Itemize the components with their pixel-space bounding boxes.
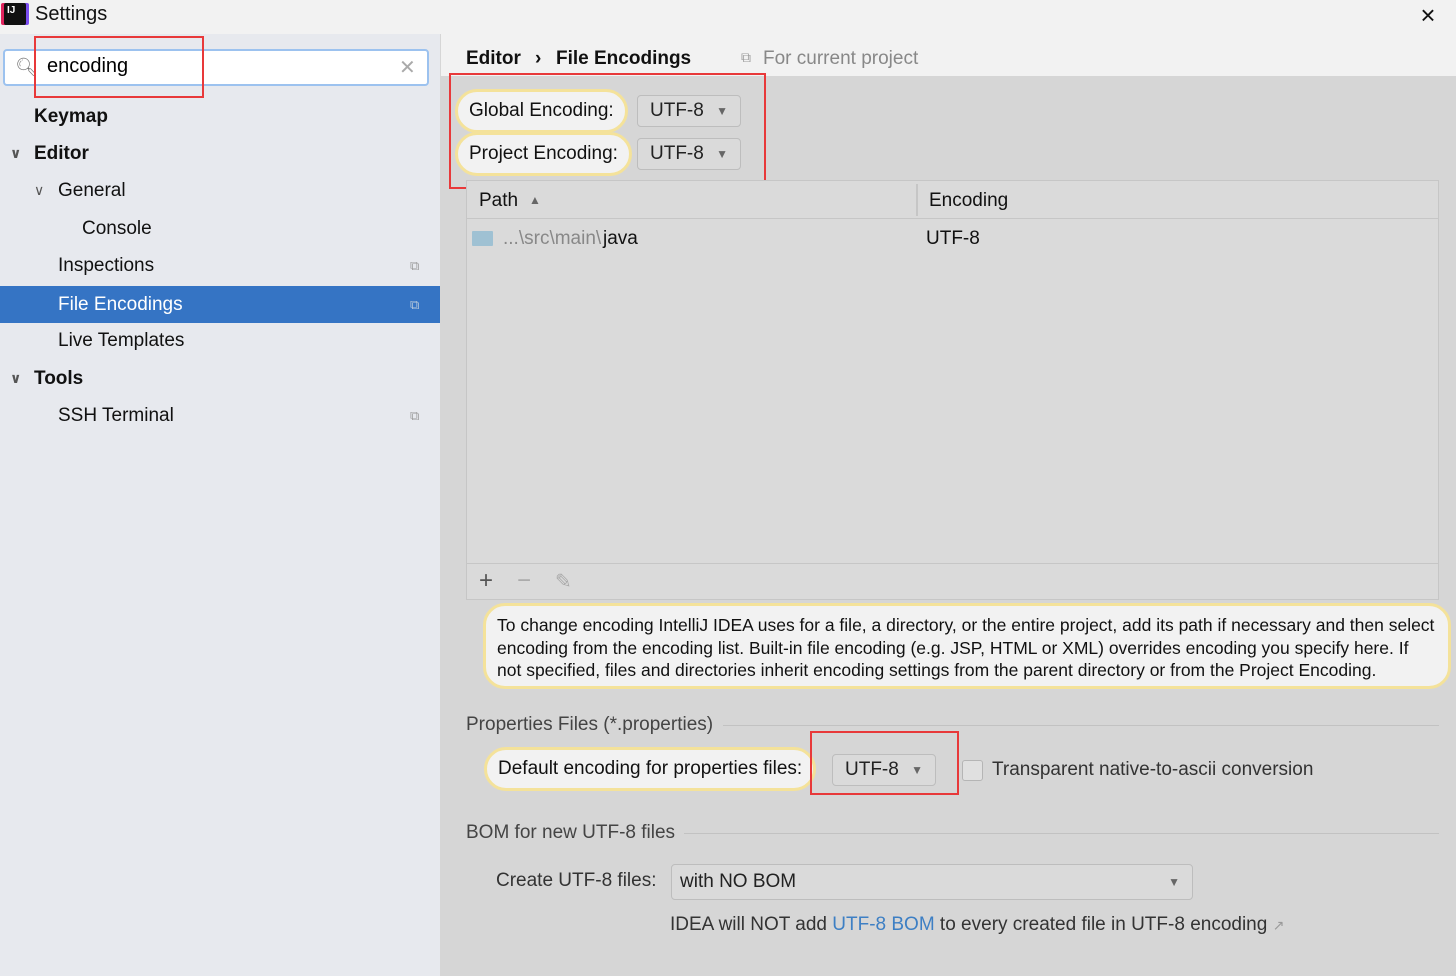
tree-item-ssh-terminal[interactable]: SSH Terminal ⧉ [0,397,440,434]
tree-item-label: Editor [34,143,89,164]
edit-icon[interactable]: ✎ [555,569,572,594]
note-text: IDEA will NOT add [670,914,833,935]
window-title: Settings [35,3,108,25]
tree-item-editor[interactable]: ∨ Editor [0,135,440,172]
breadcrumb: Editor › File Encodings ⧉ For current pr… [441,34,1456,76]
properties-section-title: Properties Files (*.properties) [466,714,714,735]
table-header: Path ▲ Encoding [467,181,1438,219]
highlight-box [449,73,766,189]
project-scope-icon: ⧉ [410,297,420,312]
tree-item-label: Tools [34,368,84,389]
row-encoding[interactable]: UTF-8 [926,228,980,250]
tree-item-console[interactable]: Console [0,210,440,247]
tree-item-label: Console [82,218,152,239]
section-divider [684,833,1439,834]
scope-label: For current project [763,48,919,69]
table-toolbar: + − ✎ [467,563,1438,600]
tree-item-label: Keymap [34,106,108,127]
checkbox-label[interactable]: Transparent native-to-ascii conversion [992,759,1313,781]
chevron-down-icon[interactable]: ∨ [34,172,44,209]
path-prefix: ...\src\main\ [503,228,602,249]
add-icon[interactable]: + [479,567,493,595]
native-to-ascii-checkbox[interactable] [962,760,983,781]
clear-icon[interactable]: ✕ [399,55,416,80]
tree-item-keymap[interactable]: Keymap [0,98,440,135]
tree-item-inspections[interactable]: Inspections ⧉ [0,247,440,284]
tree-item-tools[interactable]: ∨ Tools [0,360,440,397]
project-scope-icon: ⧉ [410,408,420,423]
section-divider [723,725,1439,726]
sort-ascending-icon: ▲ [529,193,541,207]
external-link-icon[interactable]: ↗ [1273,917,1285,933]
folder-icon [472,231,493,246]
utf8-bom-link[interactable]: UTF-8 BOM [832,914,934,935]
chevron-down-icon[interactable]: ∨ [10,135,21,172]
column-header-encoding[interactable]: Encoding [929,190,1008,212]
tree-item-label: SSH Terminal [58,405,174,426]
breadcrumb-editor[interactable]: Editor [466,48,521,70]
path-encoding-table: Path ▲ Encoding ...\src\main\ java UTF-8… [466,180,1439,600]
tree-item-label: Inspections [58,255,155,276]
note-text: to every created file in UTF-8 encoding [934,914,1268,935]
project-scope-icon: ⧉ [741,49,751,65]
path-leaf: java [603,228,638,249]
title-bar: IJ Settings × [0,0,1456,34]
breadcrumb-current: File Encodings [556,48,692,69]
chevron-down-icon: ▼ [1168,875,1180,889]
tree-item-label: General [58,180,126,201]
info-text: To change encoding IntelliJ IDEA uses fo… [483,603,1451,689]
highlight-box [34,36,204,98]
table-row[interactable]: ...\src\main\ java UTF-8 [467,219,1438,257]
chevron-down-icon[interactable]: ∨ [10,360,21,397]
tree-item-live-templates[interactable]: Live Templates [0,322,440,359]
tree-item-label: File Encodings [58,294,183,315]
column-header-path[interactable]: Path [479,190,518,212]
remove-icon[interactable]: − [517,567,531,595]
intellij-logo-icon: IJ [4,3,26,25]
create-utf8-label: Create UTF-8 files: [496,870,657,891]
highlight-box [810,731,959,795]
column-divider[interactable] [916,184,918,216]
bom-note: IDEA will NOT add UTF-8 BOM to every cre… [670,914,1284,936]
bom-dropdown[interactable]: with NO BOM ▼ [671,864,1193,900]
tree-item-general[interactable]: ∨ General [0,172,440,209]
dropdown-value: with NO BOM [680,871,797,892]
close-icon[interactable]: × [1414,0,1442,31]
properties-encoding-label: Default encoding for properties files: [484,747,817,791]
tree-item-label: Live Templates [58,330,185,351]
tree-item-file-encodings[interactable]: File Encodings ⧉ [0,286,440,323]
bom-section-title: BOM for new UTF-8 files [466,822,676,843]
breadcrumb-separator: › [535,48,542,69]
project-scope-icon: ⧉ [410,258,420,273]
